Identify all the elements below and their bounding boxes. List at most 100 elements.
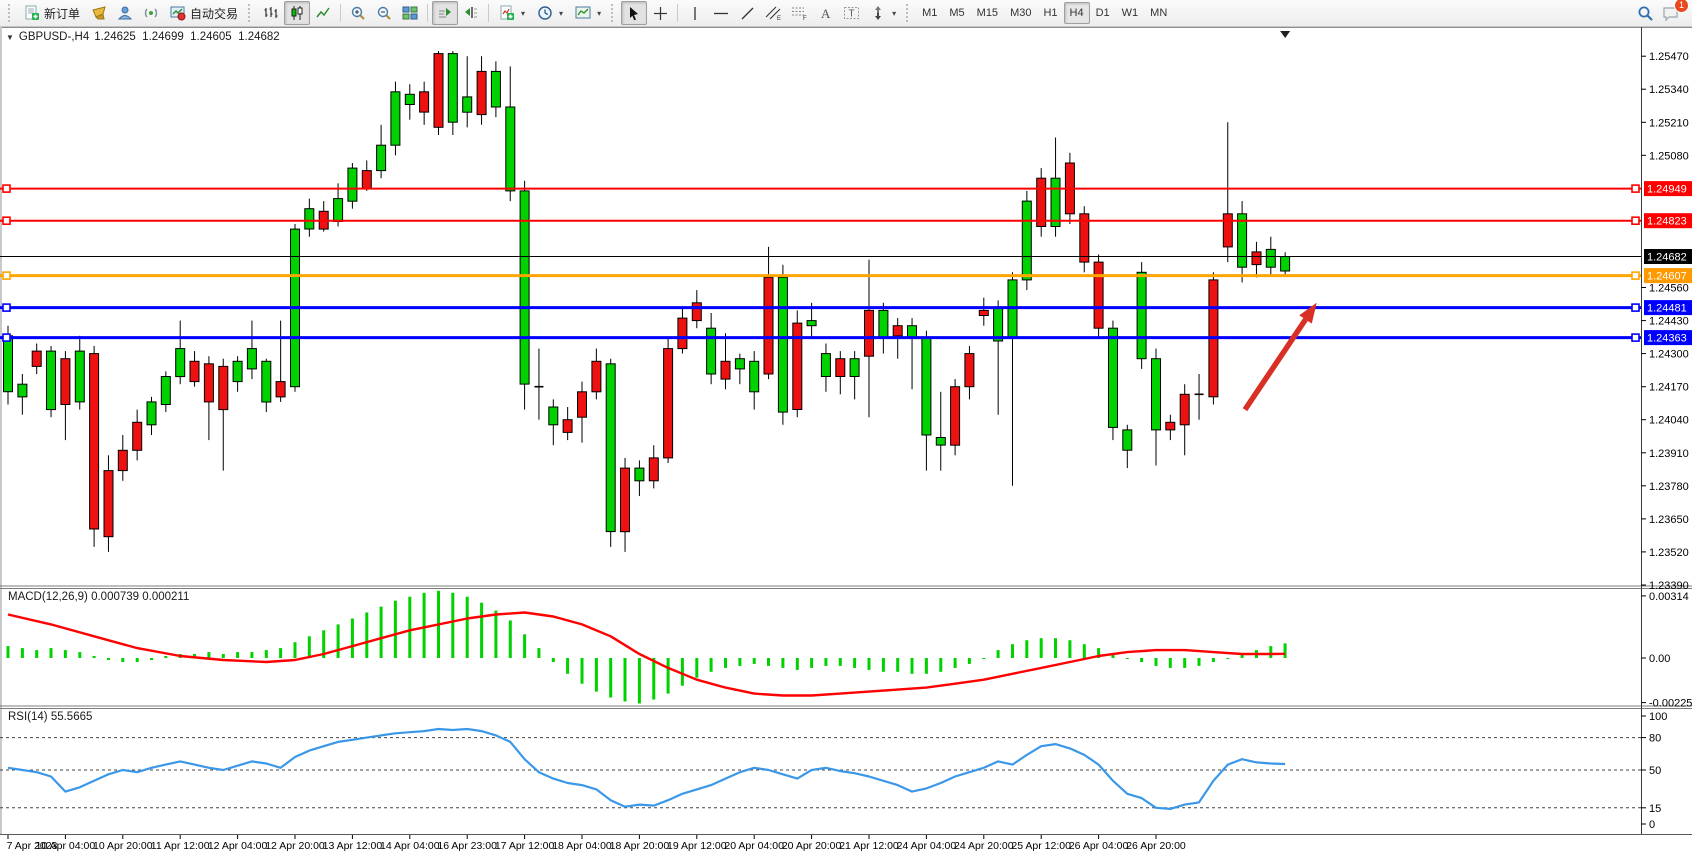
macd-histogram-bar: [710, 658, 713, 672]
time-tick-label: 20 Apr 04:00: [724, 840, 784, 852]
price-badge-label: 1.24481: [1647, 303, 1687, 315]
vertical-line-tool-button[interactable]: [682, 1, 708, 25]
signals-button[interactable]: [138, 1, 164, 25]
periods-button[interactable]: ▾: [531, 1, 569, 25]
label-tool-button[interactable]: T: [838, 1, 864, 25]
timeframe-W1[interactable]: W1: [1116, 2, 1145, 24]
profile-button[interactable]: [112, 1, 138, 25]
timeframe-M1[interactable]: M1: [916, 2, 943, 24]
macd-histogram-bar: [207, 652, 210, 658]
macd-histogram-bar: [222, 654, 225, 658]
macd-histogram-bar: [351, 619, 354, 659]
chart-title[interactable]: ▼ GBPUSD-,H4 1.24625 1.24699 1.24605 1.2…: [6, 31, 280, 43]
indicators-button[interactable]: ▾: [493, 1, 531, 25]
macd-histogram-bar: [724, 658, 727, 668]
time-tick-label: 26 Apr 20:00: [1126, 840, 1186, 852]
line-anchor-marker[interactable]: [1632, 217, 1639, 224]
bar-chart-button[interactable]: [258, 1, 284, 25]
time-tick-label: 21 Apr 12:00: [839, 840, 899, 852]
timeframe-M5[interactable]: M5: [943, 2, 970, 24]
template-icon: [575, 5, 591, 21]
timeframe-M30[interactable]: M30: [1004, 2, 1037, 24]
macd-histogram-bar: [1025, 640, 1028, 658]
new-order-label: 新订单: [44, 5, 80, 22]
channel-tool-button[interactable]: E: [760, 1, 786, 25]
chart-shift-button[interactable]: [458, 1, 484, 25]
price-badge-label: 1.24682: [1647, 252, 1687, 264]
macd-histogram-bar: [796, 658, 799, 670]
autotrade-button[interactable]: 自动交易: [164, 1, 244, 25]
macd-histogram-bar: [294, 642, 297, 658]
time-tick-label: 18 Apr 20:00: [610, 840, 670, 852]
line-chart-button[interactable]: [310, 1, 336, 25]
line-anchor-marker[interactable]: [1632, 272, 1639, 279]
chevron-down-icon[interactable]: ▼: [6, 33, 14, 42]
line-anchor-marker[interactable]: [3, 304, 10, 311]
line-anchor-marker[interactable]: [3, 217, 10, 224]
profile-icon: [117, 5, 133, 21]
macd-tick-label: 0.00: [1649, 653, 1670, 665]
auto-scroll-button[interactable]: [432, 1, 458, 25]
line-anchor-marker[interactable]: [1632, 185, 1639, 192]
macd-histogram-bar: [1155, 658, 1158, 666]
timeframe-D1[interactable]: D1: [1090, 2, 1116, 24]
macd-histogram-bar: [1269, 646, 1272, 658]
new-order-button[interactable]: 新订单: [18, 1, 86, 25]
macd-histogram-bar: [882, 658, 885, 672]
vertical-line-icon: [688, 6, 702, 21]
line-anchor-marker[interactable]: [3, 272, 10, 279]
cursor-tool-button[interactable]: [621, 1, 647, 25]
text-tool-button[interactable]: A: [812, 1, 838, 25]
macd-histogram-bar: [925, 658, 928, 674]
paint-bucket-icon: [91, 5, 107, 21]
fibonacci-tool-button[interactable]: F: [786, 1, 812, 25]
macd-histogram-bar: [7, 646, 10, 658]
cursor-icon: [627, 6, 641, 21]
toolbar-grip[interactable]: [8, 4, 14, 22]
chart-ohlc-readout: 1.24625 1.24699 1.24605 1.24682: [94, 31, 279, 43]
candlestick-chart-button[interactable]: [284, 1, 310, 25]
crosshair-tool-button[interactable]: [647, 1, 673, 25]
price-badge-label: 1.24607: [1647, 271, 1687, 283]
notifications-button[interactable]: 1: [1658, 1, 1684, 25]
line-anchor-marker[interactable]: [3, 334, 10, 341]
toolbar-grip[interactable]: [248, 4, 254, 22]
macd-histogram-bar: [466, 597, 469, 658]
svg-text:A: A: [821, 6, 831, 21]
tile-windows-button[interactable]: [397, 1, 423, 25]
macd-histogram-bar: [523, 634, 526, 658]
macd-histogram-bar: [667, 658, 670, 694]
price-tick-label: 1.24430: [1649, 316, 1689, 328]
search-button[interactable]: [1632, 1, 1658, 25]
zoom-in-button[interactable]: [345, 1, 371, 25]
line-anchor-marker[interactable]: [1632, 334, 1639, 341]
time-tick-label: 18 Apr 04:00: [552, 840, 612, 852]
chart-canvas[interactable]: 1.254701.253401.252101.250801.245601.244…: [0, 27, 1692, 854]
timeframe-MN[interactable]: MN: [1144, 2, 1173, 24]
macd-histogram-bar: [824, 658, 827, 666]
fibonacci-icon: F: [791, 5, 808, 21]
line-anchor-marker[interactable]: [3, 185, 10, 192]
horizontal-line-tool-button[interactable]: [708, 1, 734, 25]
toolbar-grip[interactable]: [611, 4, 617, 22]
price-tick-label: 1.23910: [1649, 448, 1689, 460]
line-anchor-marker[interactable]: [1632, 304, 1639, 311]
toolbar-grip[interactable]: [906, 4, 912, 22]
templates-button[interactable]: ▾: [569, 1, 607, 25]
macd-histogram-bar: [21, 648, 24, 658]
rsi-tick-label: 80: [1649, 733, 1661, 745]
timeframe-M15[interactable]: M15: [971, 2, 1004, 24]
timeframe-H4[interactable]: H4: [1064, 2, 1090, 24]
styles-button[interactable]: [86, 1, 112, 25]
arrows-tool-button[interactable]: ▾: [864, 1, 902, 25]
zoom-out-button[interactable]: [371, 1, 397, 25]
macd-histogram-bar: [968, 658, 971, 664]
macd-histogram-bar: [93, 656, 96, 658]
trendline-tool-button[interactable]: [734, 1, 760, 25]
auto-scroll-icon: [437, 5, 453, 21]
macd-histogram-bar: [652, 658, 655, 700]
macd-histogram-bar: [50, 648, 53, 658]
timeframe-H1[interactable]: H1: [1037, 2, 1063, 24]
toolbar: 新订单 自动交易: [0, 0, 1692, 27]
chart-background: [0, 27, 1692, 854]
